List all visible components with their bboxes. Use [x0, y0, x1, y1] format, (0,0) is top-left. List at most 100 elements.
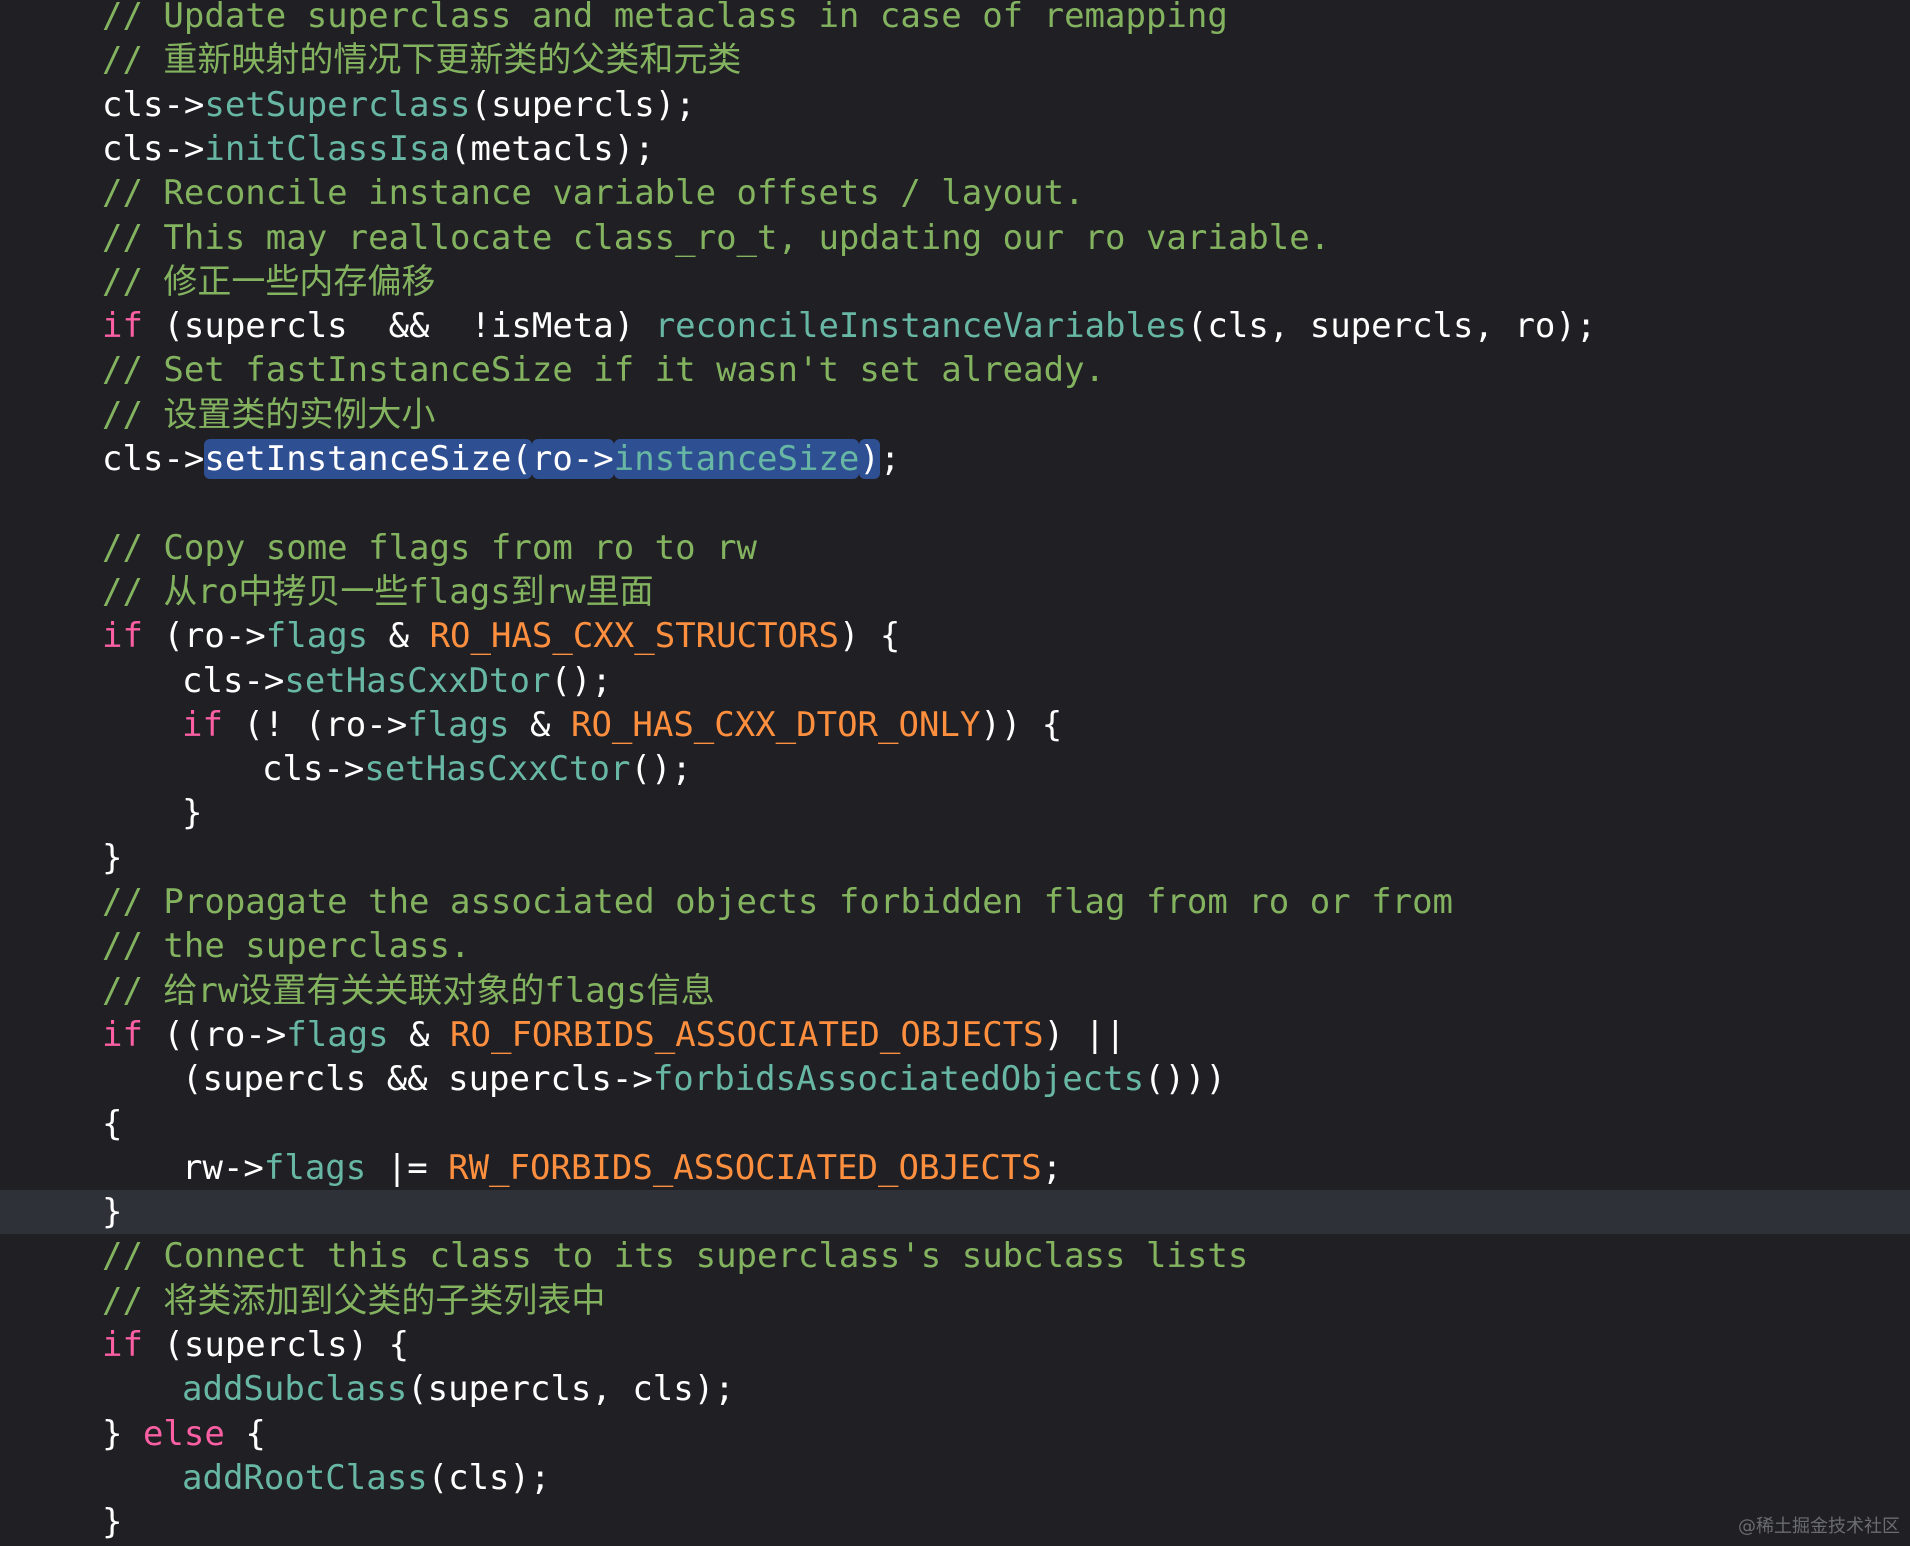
code-token: // Propagate the associated objects forb… [102, 882, 1454, 922]
code-text: addRootClass(cls); [182, 1456, 550, 1500]
code-line[interactable]: // 修正一些内存偏移 [0, 260, 1910, 304]
code-line[interactable]: // the superclass. [0, 924, 1910, 968]
code-line[interactable]: (supercls && supercls->forbidsAssociated… [0, 1057, 1910, 1101]
code-line[interactable]: // Reconcile instance variable offsets /… [0, 171, 1910, 215]
code-editor[interactable]: // Update superclass and metaclass in ca… [0, 0, 1910, 1546]
code-token: (supercls && !isMeta) [142, 306, 655, 347]
code-text: if ((ro->flags & RO_FORBIDS_ASSOCIATED_O… [102, 1013, 1126, 1057]
code-token: // Copy some flags from ro to rw [102, 527, 758, 568]
code-token: // the superclass. [102, 926, 471, 967]
code-token: cls-> [182, 660, 285, 701]
code-text: // 设置类的实例大小 [102, 393, 435, 437]
code-line[interactable]: rw->flags |= RW_FORBIDS_ASSOCIATED_OBJEC… [0, 1146, 1910, 1190]
code-token: { [102, 1103, 123, 1144]
code-text: { [102, 1102, 122, 1146]
code-text: if (supercls && !isMeta) reconcileInstan… [102, 304, 1596, 348]
code-token: reconcileInstanceVariables [654, 306, 1187, 347]
code-line[interactable]: } else { [0, 1412, 1910, 1456]
code-text: // 将类添加到父类的子类列表中 [102, 1279, 605, 1323]
code-text: cls->setHasCxxDtor(); [182, 659, 612, 703]
code-line[interactable]: // Propagate the associated objects forb… [0, 880, 1910, 924]
code-line[interactable]: if ((ro->flags & RO_FORBIDS_ASSOCIATED_O… [0, 1013, 1910, 1057]
code-text: (supercls && supercls->forbidsAssociated… [182, 1057, 1226, 1101]
code-line[interactable]: // Connect this class to its superclass'… [0, 1234, 1910, 1278]
watermark: @稀土掘金技术社区 [1738, 1516, 1900, 1537]
code-line[interactable]: // 从ro中拷贝一些flags到rw里面 [0, 570, 1910, 614]
code-line[interactable] [0, 481, 1910, 525]
code-token: } [102, 1502, 123, 1543]
code-line[interactable]: // 给rw设置有关关联对象的flags信息 [0, 969, 1910, 1013]
code-token: (supercls) { [142, 1325, 410, 1365]
code-line[interactable]: // 将类添加到父类的子类列表中 [0, 1279, 1910, 1323]
code-token: (supercls, cls); [407, 1369, 735, 1410]
code-token: // 修正一些内存偏移 [102, 261, 436, 302]
code-line[interactable]: // Copy some flags from ro to rw [0, 526, 1910, 570]
code-token: // 给rw设置有关关联对象的flags信息 [102, 970, 715, 1011]
code-line[interactable]: cls->setHasCxxCtor(); [0, 747, 1910, 791]
code-token: (cls); [427, 1457, 551, 1498]
code-token: // Update superclass and metaclass in ca… [102, 0, 1228, 36]
code-line[interactable]: // 设置类的实例大小 [0, 393, 1910, 437]
code-token: cls-> [102, 128, 205, 169]
code-token: } [102, 1192, 123, 1233]
code-text: cls->setSuperclass(supercls); [102, 83, 696, 127]
code-text: addSubclass(supercls, cls); [182, 1367, 735, 1411]
code-line[interactable]: // This may reallocate class_ro_t, updat… [0, 216, 1910, 260]
code-line[interactable]: if (supercls && !isMeta) reconcileInstan… [0, 304, 1910, 348]
code-token: cls-> [102, 439, 205, 479]
code-token: RO_HAS_CXX_STRUCTORS [429, 616, 839, 657]
code-line[interactable]: addRootClass(cls); [0, 1456, 1910, 1500]
code-line[interactable]: if (ro->flags & RO_HAS_CXX_STRUCTORS) { [0, 614, 1910, 658]
code-line[interactable]: // Update superclass and metaclass in ca… [0, 0, 1910, 38]
code-line[interactable]: cls->setHasCxxDtor(); [0, 659, 1910, 703]
code-text: // Set fastInstanceSize if it wasn't set… [102, 348, 1105, 392]
code-text: } [182, 791, 202, 835]
code-text: // Update superclass and metaclass in ca… [102, 0, 1228, 38]
code-token: |= [366, 1147, 449, 1188]
code-line[interactable]: addSubclass(supercls, cls); [0, 1367, 1910, 1411]
code-line[interactable]: cls->initClassIsa(metacls); [0, 127, 1910, 171]
code-text: // Copy some flags from ro to rw [102, 526, 757, 570]
code-text: // Connect this class to its superclass'… [102, 1234, 1248, 1278]
code-token: flags [407, 704, 510, 745]
code-token: if [102, 1325, 143, 1365]
code-token: if [102, 616, 143, 657]
selected-code-token: ro-> [531, 439, 614, 479]
code-line[interactable]: } [0, 836, 1910, 880]
code-text: // Reconcile instance variable offsets /… [102, 171, 1085, 215]
code-line[interactable]: // Set fastInstanceSize if it wasn't set… [0, 348, 1910, 392]
code-token: if [182, 704, 223, 745]
code-token: setHasCxxCtor [364, 749, 631, 790]
code-line[interactable]: cls->setSuperclass(supercls); [0, 83, 1910, 127]
code-line[interactable]: if (supercls) { [0, 1323, 1910, 1367]
code-line[interactable]: { [0, 1102, 1910, 1146]
code-token: } [182, 793, 203, 834]
code-token: ((ro-> [142, 1014, 287, 1055]
code-token: ) || [1043, 1014, 1126, 1055]
code-line[interactable]: cls->setInstanceSize(ro->instanceSize); [0, 437, 1910, 481]
code-token: (metacls); [450, 128, 655, 169]
code-line[interactable]: // 重新映射的情况下更新类的父类和元类 [0, 38, 1910, 82]
code-line[interactable]: } [0, 791, 1910, 835]
code-token: // 重新映射的情况下更新类的父类和元类 [102, 40, 742, 81]
code-token: RO_HAS_CXX_DTOR_ONLY [570, 704, 981, 745]
code-text: } [102, 1190, 122, 1234]
code-text: // Propagate the associated objects forb… [102, 880, 1453, 924]
code-token: // This may reallocate class_ro_t, updat… [102, 217, 1331, 258]
code-text: if (ro->flags & RO_HAS_CXX_STRUCTORS) { [102, 614, 900, 658]
code-line[interactable]: } [0, 1190, 1910, 1235]
code-token: flags [265, 616, 369, 657]
code-line[interactable]: if (! (ro->flags & RO_HAS_CXX_DTOR_ONLY)… [0, 703, 1910, 747]
code-token: & [388, 1014, 451, 1055]
code-text: // 修正一些内存偏移 [102, 260, 435, 304]
code-token: ; [1041, 1147, 1063, 1188]
code-text: // 给rw设置有关关联对象的flags信息 [102, 969, 715, 1013]
code-token: )) { [980, 704, 1063, 745]
code-token: // 设置类的实例大小 [102, 394, 436, 435]
code-text: cls->initClassIsa(metacls); [102, 127, 655, 171]
code-line[interactable]: } [0, 1500, 1910, 1544]
code-token: setSuperclass [204, 84, 471, 125]
code-text: if (! (ro->flags & RO_HAS_CXX_DTOR_ONLY)… [182, 703, 1062, 747]
code-token: & [368, 616, 430, 657]
code-token: if [102, 306, 143, 347]
